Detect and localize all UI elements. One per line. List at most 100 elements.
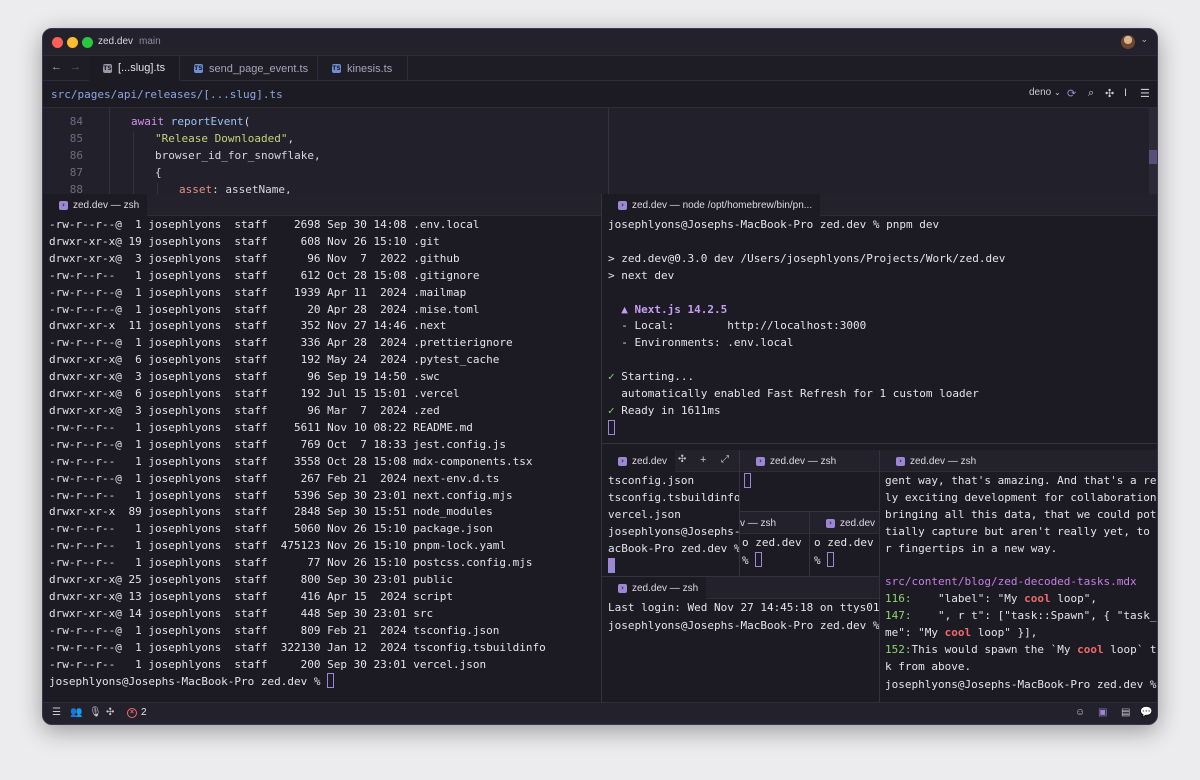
terminal-tab[interactable]: › zed.dev bbox=[602, 450, 676, 472]
assistant-icon[interactable]: ✣ bbox=[678, 454, 686, 465]
ls-output-line: -rw-r--r--@ 1 josephlyons staff 20 Apr 2… bbox=[49, 302, 480, 316]
terminal-icon: › bbox=[618, 583, 627, 593]
line-number: 88 bbox=[69, 183, 83, 194]
output-line: loop" }], bbox=[971, 626, 1038, 640]
line-number: 83 bbox=[43, 108, 83, 110]
breadcrumb[interactable]: src/pages/api/releases/[...slug].ts bbox=[51, 88, 283, 101]
ls-output-line: -rw-r--r-- 1 josephlyons staff 5611 Nov … bbox=[49, 420, 473, 434]
terminal-pane-right[interactable]: › zed.dev — zsh gent way, that's amazing… bbox=[880, 450, 1158, 704]
ls-output-line: drwxr-xr-x@ 6 josephlyons staff 192 Jul … bbox=[49, 387, 460, 401]
output-line: vercel.json bbox=[608, 507, 681, 521]
terminal-tab-bar: › zed.dev — zsh bbox=[602, 577, 879, 599]
terminal-cursor bbox=[608, 557, 615, 573]
terminal-tab-label: zed.dev — node /opt/homebrew/bin/pn... bbox=[632, 199, 813, 211]
terminal-pane-small[interactable]: › zed.dev ✣ + ⤢ tsconfig.json tsconfig.t… bbox=[602, 450, 739, 576]
chat-icon[interactable]: 💬 bbox=[1140, 707, 1152, 718]
terminal-pane-tiny-a[interactable]: v — zsh o zed.dev % bbox=[740, 512, 809, 576]
ts-file-icon: TS bbox=[332, 64, 341, 73]
terminal-tab-label: zed.dev bbox=[632, 455, 668, 467]
tab-kinesis[interactable]: TS kinesis.ts bbox=[318, 56, 408, 81]
terminal-pane-left[interactable]: › zed.dev — zsh -rw-r--r--@ 1 josephlyon… bbox=[43, 194, 601, 704]
outline-icon[interactable]: ☰ bbox=[52, 707, 61, 718]
error-icon: × bbox=[127, 707, 137, 718]
output-line: tially capture but aren't really yet, to… bbox=[885, 524, 1158, 538]
add-icon[interactable]: + bbox=[700, 454, 706, 466]
microphone-icon[interactable]: 🎙 bbox=[89, 707, 102, 718]
terminal-icon: › bbox=[618, 200, 627, 210]
terminal-pane-login[interactable]: › zed.dev — zsh Last login: Wed Nov 27 1… bbox=[602, 577, 879, 704]
terminal-output: o zed.dev % bbox=[742, 535, 802, 570]
status-bar: ☰ 👥 🎙 ✣ × 2 ☺ ▣ ▤ 💬 bbox=[43, 702, 1157, 724]
prompt-line: josephlyons@Josephs-MacBook-Pro zed.dev … bbox=[885, 677, 1158, 691]
zed-window: zed.dev main ⌄ ← → TS [...slug].ts TS se… bbox=[42, 28, 1158, 725]
ls-output-line: drwxr-xr-x@ 14 josephlyons staff 448 Sep… bbox=[49, 606, 434, 620]
terminal-output bbox=[744, 473, 751, 491]
collab-icon[interactable]: 👥 bbox=[70, 707, 82, 718]
avatar[interactable] bbox=[1121, 35, 1135, 49]
terminal-icon: › bbox=[59, 200, 68, 210]
output-line: automatically enabled Fast Refresh for 1… bbox=[621, 387, 979, 401]
maximize-icon[interactable]: ⤢ bbox=[721, 454, 729, 465]
sync-icon[interactable]: ⟳ bbox=[1067, 87, 1076, 100]
code-line: await reportEvent( bbox=[131, 115, 251, 128]
code-editor[interactable]: 83 84 85 86 87 88 await reportEvent( "Re… bbox=[43, 108, 1157, 194]
output-line: Ready in 1611ms bbox=[621, 403, 721, 417]
output-line: o zed.dev bbox=[814, 536, 874, 549]
terminal-pane-mid[interactable]: › zed.dev — zsh bbox=[740, 450, 879, 511]
back-arrow-icon[interactable]: ← bbox=[51, 61, 62, 73]
copilot-icon[interactable]: ☺ bbox=[1075, 707, 1085, 718]
search-match: cool bbox=[1077, 643, 1104, 657]
tab-label: [...slug].ts bbox=[118, 62, 166, 74]
close-window-button[interactable] bbox=[52, 37, 63, 48]
tab-label: send_page_event.ts bbox=[209, 62, 309, 75]
terminal-tab[interactable]: › zed.dev — zsh bbox=[602, 577, 707, 599]
output-line: o zed.dev bbox=[742, 536, 802, 549]
line-number: 147: bbox=[885, 609, 912, 623]
minimize-window-button[interactable] bbox=[67, 37, 78, 48]
terminal-tab[interactable]: v — zsh bbox=[740, 512, 784, 534]
assistant-icon[interactable]: ✣ bbox=[106, 707, 114, 718]
ls-output-line: drwxr-xr-x 89 josephlyons staff 2848 Sep… bbox=[49, 505, 493, 519]
prompt-line: josephlyons@Josephs-MacBook-Pro zed.dev … bbox=[608, 618, 879, 632]
line-number: 84 bbox=[69, 115, 83, 128]
terminal-cursor bbox=[827, 551, 835, 567]
terminal-output: o zed.dev % bbox=[814, 535, 874, 570]
terminal-pane-tiny-b[interactable]: › zed.dev o zed.dev % bbox=[810, 512, 879, 576]
output-line: loop` tas bbox=[1110, 643, 1157, 657]
chevron-down-icon[interactable]: ⌄ bbox=[1140, 34, 1148, 45]
search-icon[interactable]: ⌕ bbox=[1088, 87, 1094, 100]
terminal-icon[interactable]: ▣ bbox=[1098, 707, 1107, 718]
line-number: 87 bbox=[69, 166, 83, 179]
zoom-window-button[interactable] bbox=[82, 37, 93, 48]
notifications-icon[interactable]: ▤ bbox=[1121, 707, 1130, 718]
output-line: Last login: Wed Nov 27 14:45:18 on ttys0… bbox=[608, 601, 879, 614]
terminal-tab[interactable]: › zed.dev bbox=[810, 512, 879, 534]
output-line: me": "My bbox=[885, 626, 945, 640]
terminal-pane-dev-server[interactable]: › zed.dev — node /opt/homebrew/bin/pn...… bbox=[602, 194, 1157, 443]
language-selector[interactable]: deno ⌄ bbox=[1029, 87, 1061, 98]
terminal-output: -rw-r--r--@ 1 josephlyons staff 2698 Sep… bbox=[49, 217, 546, 691]
tab-send-page-event[interactable]: TS send_page_event.ts bbox=[180, 56, 318, 81]
diagnostics-indicator[interactable]: × 2 bbox=[127, 707, 147, 718]
terminal-tab[interactable]: › zed.dev — zsh bbox=[43, 194, 148, 216]
editor-tab-bar: ← → TS [...slug].ts TS send_page_event.t… bbox=[43, 56, 1157, 81]
terminal-tab[interactable]: › zed.dev — node /opt/homebrew/bin/pn... bbox=[602, 194, 821, 216]
settings-sliders-icon[interactable]: ☰ bbox=[1140, 87, 1150, 100]
title-bar: zed.dev main ⌄ bbox=[43, 29, 1157, 56]
editor-scroll-thumb[interactable] bbox=[1149, 150, 1157, 164]
text-cursor-icon[interactable]: I bbox=[1124, 87, 1127, 99]
output-line: loop", bbox=[1050, 592, 1097, 606]
assistant-icon[interactable]: ✣ bbox=[1105, 87, 1114, 100]
ls-output-line: drwxr-xr-x@ 19 josephlyons staff 608 Nov… bbox=[49, 234, 440, 248]
terminal-cursor bbox=[608, 419, 615, 435]
ls-output-line: -rw-r--r-- 1 josephlyons staff 475123 No… bbox=[49, 539, 506, 553]
git-branch[interactable]: main bbox=[139, 36, 161, 47]
ls-output-line: -rw-r--r-- 1 josephlyons staff 77 Nov 26… bbox=[49, 556, 533, 570]
forward-arrow-icon[interactable]: → bbox=[70, 61, 81, 73]
terminal-cursor bbox=[327, 673, 335, 689]
tab-slug-ts[interactable]: TS [...slug].ts bbox=[89, 56, 180, 81]
project-name[interactable]: zed.dev bbox=[98, 36, 133, 47]
terminal-tab[interactable]: › zed.dev — zsh bbox=[880, 450, 984, 472]
terminal-tab-label: zed.dev — zsh bbox=[910, 455, 977, 467]
terminal-tab[interactable]: › zed.dev — zsh bbox=[740, 450, 844, 472]
